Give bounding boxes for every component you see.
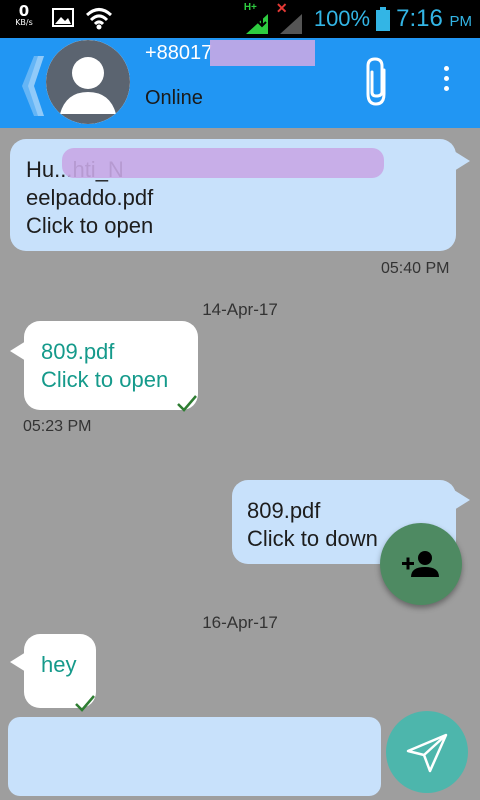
send-icon [406, 733, 448, 773]
status-clock: 7:16 PM [396, 5, 472, 33]
signal-strength-empty-icon [279, 14, 302, 34]
redaction-mark [210, 40, 315, 66]
delivered-check-icon [75, 695, 95, 712]
paperclip-icon[interactable] [358, 56, 396, 108]
message-text: hey [41, 652, 77, 677]
date-separator: 14-Apr-17 [202, 300, 278, 319]
chevron-left-icon[interactable] [22, 56, 46, 116]
signal-indicators: H+ ✕ [244, 0, 308, 36]
message-time: 05:40 PM [381, 260, 450, 277]
chat-header: +88017 Online [0, 38, 480, 128]
message-text: 809.pdf Click to open [41, 339, 169, 392]
battery-percentage: 100% [313, 6, 371, 31]
date-separator: 16-Apr-17 [202, 613, 278, 632]
wifi-icon [86, 8, 112, 30]
status-bar: 0 KB/s H+ ✕ 100% 7:16 PM [0, 0, 480, 38]
add-contact-button[interactable] [380, 523, 462, 605]
send-button[interactable] [386, 711, 468, 793]
data-speed-unit: KB/s [15, 18, 33, 27]
redaction-mark [62, 148, 384, 178]
contact-status: Online [145, 87, 203, 109]
battery-icon [376, 7, 391, 31]
default-person-icon [46, 40, 130, 124]
contact-number: +88017 [145, 42, 213, 64]
contact-avatar[interactable] [46, 40, 130, 124]
clock-time: 7:16 [396, 5, 443, 32]
clock-suffix: PM [449, 13, 473, 30]
message-input[interactable] [8, 717, 381, 796]
signal-strength-icon [245, 14, 268, 34]
data-speed-indicator: 0 KB/s [10, 4, 38, 27]
image-notification-icon [52, 8, 74, 27]
message-bubble-incoming[interactable]: 809.pdf Click to open [10, 321, 198, 410]
message-time: 05:23 PM [23, 418, 92, 435]
data-speed-value: 0 [18, 2, 30, 20]
more-vert-icon[interactable] [436, 66, 456, 94]
delivered-check-icon [177, 395, 197, 412]
person-add-icon [402, 551, 439, 577]
